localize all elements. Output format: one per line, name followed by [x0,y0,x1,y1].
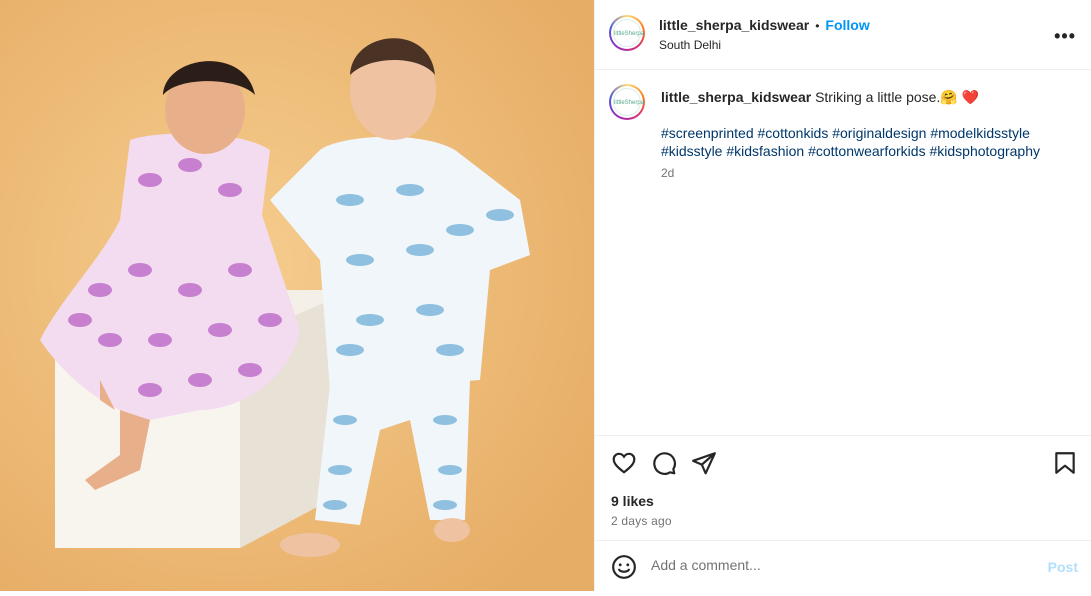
more-icon[interactable]: ••• [1054,26,1076,47]
author-line: little_sherpa_kidswear • Follow [659,17,870,35]
post-dialog: littleSherpa little_sherpa_kidswear • Foll… [0,0,1091,591]
photo-illustration [0,0,594,591]
caption-body: Striking a little pose.🤗 [815,89,962,105]
hashtag[interactable]: #cottonkids [758,125,829,141]
hashtag[interactable]: #kidsphotography [929,143,1040,159]
heart-icon[interactable] [611,450,637,476]
emoji-icon[interactable] [611,554,637,580]
post-photo[interactable] [0,0,594,591]
caption-avatar[interactable]: littleSherpa [609,84,645,120]
caption-username[interactable]: little_sherpa_kidswear [661,89,811,105]
author-avatar[interactable]: littleSherpa [609,15,645,51]
author-username[interactable]: little_sherpa_kidswear [659,17,809,33]
comment-bar: Post [595,540,1091,591]
post-side-panel: littleSherpa little_sherpa_kidswear • Foll… [594,0,1091,591]
post-comment-button[interactable]: Post [1048,559,1078,575]
hashtags: #screenprinted #cottonkids #originaldesi… [661,124,1081,160]
caption-age: 2d [661,166,675,180]
avatar-logo: littleSherpa [613,88,644,116]
hashtag[interactable]: #modelkidsstyle [930,125,1030,141]
comment-input[interactable] [651,557,1031,573]
hashtag[interactable]: #kidsfashion [726,143,804,159]
heart-emoji: ❤️ [961,89,980,105]
hashtag[interactable]: #cottonwearforkids [808,143,926,159]
post-time[interactable]: 2 days ago [611,514,672,528]
post-header: littleSherpa little_sherpa_kidswear • Foll… [595,0,1091,70]
share-icon[interactable] [691,450,717,476]
follow-button[interactable]: Follow [825,17,869,33]
caption-text: little_sherpa_kidswear Striking a little… [661,88,1081,106]
comment-icon[interactable] [651,450,677,476]
avatar-logo: littleSherpa [613,19,644,47]
hashtag[interactable]: #originaldesign [832,125,926,141]
post-location[interactable]: South Delhi [659,38,721,52]
separator-dot: • [815,19,820,33]
hashtag[interactable]: #kidsstyle [661,143,722,159]
like-count[interactable]: 9 likes [611,493,654,509]
bookmark-icon[interactable] [1052,450,1078,476]
hashtag[interactable]: #screenprinted [661,125,754,141]
